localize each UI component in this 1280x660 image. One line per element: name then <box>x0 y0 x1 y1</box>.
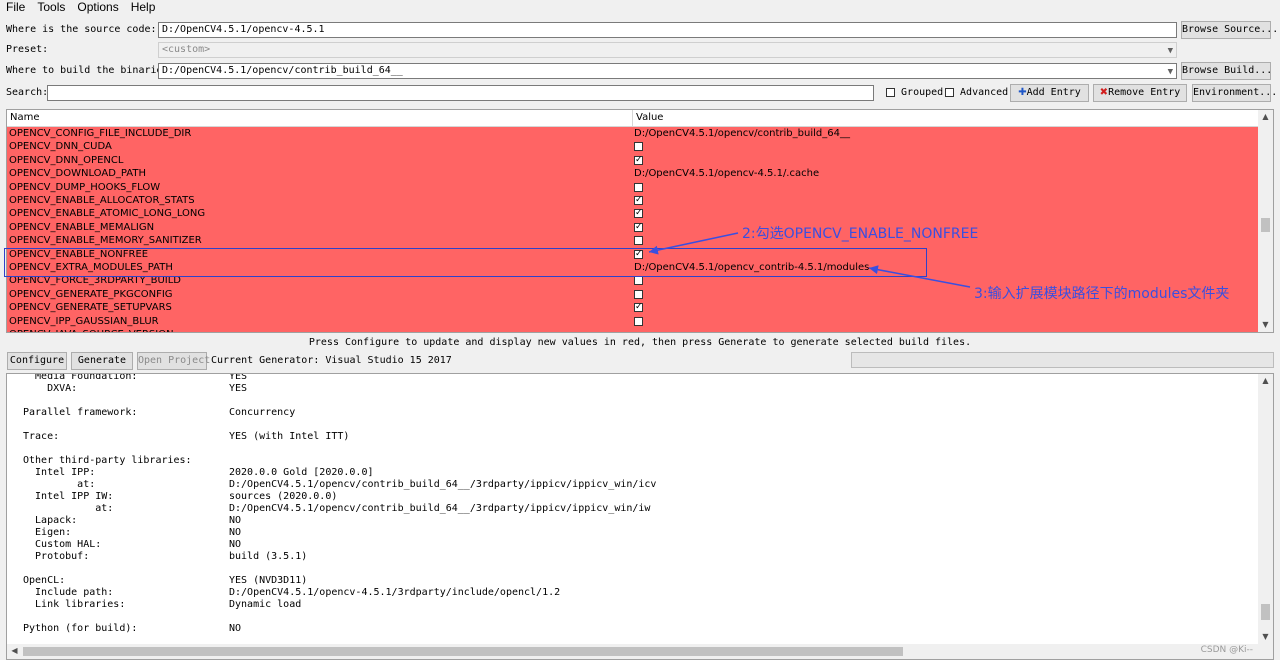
status-message: Press Configure to update and display ne… <box>308 337 972 348</box>
output-line: OpenCL: YES (NVD3D11) <box>23 575 1223 587</box>
arrow-step3 <box>868 265 971 288</box>
output-value: build (3.5.1) <box>229 551 308 562</box>
output-line: Python (for build): NO <box>23 623 1223 635</box>
output-key: Trace: <box>23 431 60 442</box>
scroll-left-arrow-icon[interactable]: ◀ <box>7 644 22 658</box>
output-line: at: D:/OpenCV4.5.1/opencv/contrib_build_6… <box>23 479 1223 491</box>
output-line: DXVA: YES <box>23 383 1223 395</box>
output-line: Custom HAL: NO <box>23 539 1223 551</box>
output-key: Parallel framework: <box>23 407 138 418</box>
annotation-arrows <box>648 232 971 288</box>
output-line: Parallel framework: Concurrency <box>23 407 1223 419</box>
output-line: Media Foundation: YES <box>23 373 1223 383</box>
output-value: NO <box>229 539 242 550</box>
output-key: at: <box>23 479 96 490</box>
output-key: Intel IPP IW: <box>23 491 114 502</box>
output-line: Link libraries: Dynamic load <box>23 599 1223 611</box>
watermark: CSDN @Ki-- <box>1200 645 1253 655</box>
output-value: YES (NVD3D11) <box>229 575 308 586</box>
generate-button[interactable]: Generate <box>71 352 133 370</box>
output-value: NO <box>229 515 242 526</box>
output-line: Lapack: NO <box>23 515 1223 527</box>
configure-button[interactable]: Configure <box>7 352 67 370</box>
output-key: Include path: <box>23 587 114 598</box>
output-value: Concurrency <box>229 407 296 418</box>
output-key: Python (for build): <box>23 623 138 634</box>
output-key: Other third-party libraries: <box>23 455 192 466</box>
output-vertical-scrollbar[interactable]: ▲ ▼ <box>1258 374 1273 644</box>
output-value: NO <box>229 527 242 538</box>
output-hscroll-thumb[interactable] <box>23 647 903 656</box>
progress-bar <box>851 352 1274 368</box>
output-key: Lapack: <box>23 515 78 526</box>
output-key: Eigen: <box>23 527 72 538</box>
output-key: at: <box>23 503 114 514</box>
output-value: Dynamic load <box>229 599 302 610</box>
output-key: Media Foundation: <box>23 373 138 382</box>
output-key: Custom HAL: <box>23 539 102 550</box>
output-value: D:/OpenCV4.5.1/opencv/contrib_build_64__… <box>229 479 657 490</box>
output-value: YES (with Intel ITT) <box>229 431 350 442</box>
output-scroll-thumb[interactable] <box>1261 604 1270 620</box>
output-line: Intel IPP: 2020.0.0 Gold [2020.0.0] <box>23 467 1223 479</box>
annotation-step3: 3:输入扩展模块路径下的modules文件夹 <box>974 286 1230 302</box>
output-line: Eigen: NO <box>23 527 1223 539</box>
output-key: Link libraries: <box>23 599 126 610</box>
output-key: OpenCL: <box>23 575 66 586</box>
output-log: Media Foundation: YES DXVA: YES Parallel fr… <box>6 373 1274 660</box>
output-value: YES <box>229 383 248 394</box>
arrow-step2 <box>648 232 739 255</box>
output-value: D:/OpenCV4.5.1/opencv/contrib_build_64__… <box>229 503 651 514</box>
output-line: at: D:/OpenCV4.5.1/opencv/contrib_build_6… <box>23 503 1223 515</box>
output-line: Trace: YES (with Intel ITT) <box>23 431 1223 443</box>
output-value: 2020.0.0 Gold [2020.0.0] <box>229 467 374 478</box>
scroll-up-arrow-icon[interactable]: ▲ <box>1258 374 1273 388</box>
output-key: Protobuf: <box>23 551 90 562</box>
output-line: Include path: D:/OpenCV4.5.1/opencv-4.5.1… <box>23 587 1223 599</box>
current-generator: Current Generator: Visual Studio 15 2017 <box>211 355 452 366</box>
output-line: Intel IPP IW: sources (2020.0.0) <box>23 491 1223 503</box>
output-line: Protobuf: build (3.5.1) <box>23 551 1223 563</box>
scroll-down-arrow-icon[interactable]: ▼ <box>1258 630 1273 644</box>
output-horizontal-scrollbar[interactable]: ◀ <box>7 644 1273 659</box>
output-value: YES <box>229 373 248 382</box>
output-value: sources (2020.0.0) <box>229 491 338 502</box>
output-line: Other third-party libraries: <box>23 455 1223 467</box>
output-key: Intel IPP: <box>23 467 96 478</box>
output-value: NO <box>229 623 242 634</box>
annotation-step2: 2:勾选OPENCV_ENABLE_NONFREE <box>742 226 979 242</box>
output-value: D:/OpenCV4.5.1/opencv-4.5.1/3rdparty/inc… <box>229 587 561 598</box>
output-key: DXVA: <box>23 383 78 394</box>
open-project-button[interactable]: Open Project <box>137 352 210 370</box>
